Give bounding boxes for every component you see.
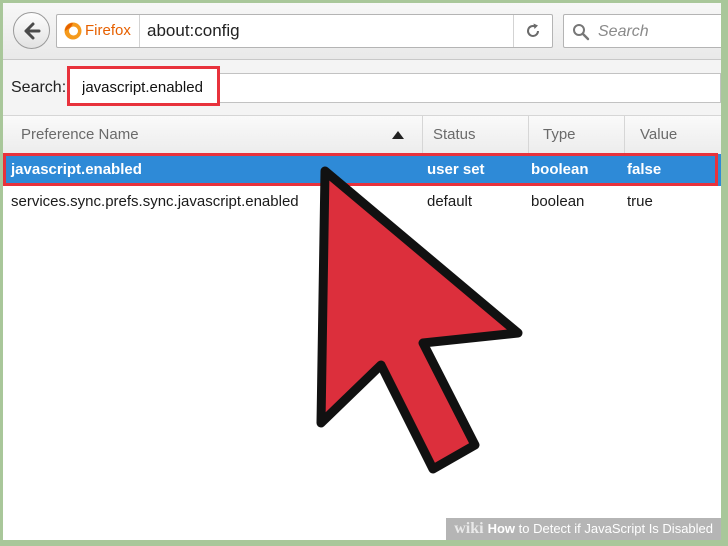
url-text[interactable]: about:config: [147, 21, 240, 41]
back-arrow-icon: [24, 22, 41, 40]
site-identity-button[interactable]: Firefox: [57, 15, 140, 47]
sort-ascending-icon: [392, 131, 404, 139]
firefox-logo-icon: [64, 22, 82, 40]
column-label: Type: [543, 126, 576, 143]
column-header-value[interactable]: Value: [625, 116, 721, 154]
search-bar[interactable]: Search: [563, 14, 721, 48]
filter-input[interactable]: [82, 77, 222, 97]
pref-type-cell: boolean: [531, 161, 589, 178]
back-button[interactable]: [13, 12, 50, 49]
pref-type-cell: boolean: [531, 193, 585, 210]
filter-highlight-box: [67, 66, 222, 106]
reload-icon: [527, 23, 539, 37]
config-filter-row: Search:: [3, 60, 721, 116]
column-label: Status: [433, 126, 476, 143]
pref-name-cell: services.sync.prefs.sync.javascript.enab…: [11, 193, 299, 210]
watermark-how: How: [487, 521, 516, 536]
column-label: Preference Name: [21, 126, 139, 143]
reload-button[interactable]: [513, 15, 552, 47]
watermark-title: to Detect if JavaScript Is Disabled: [518, 521, 713, 536]
pref-name-cell: javascript.enabled: [11, 161, 142, 178]
column-label: Value: [640, 126, 678, 143]
wikihow-watermark: wiki How to Detect if JavaScript Is Disab…: [446, 518, 721, 540]
search-icon: [573, 24, 590, 41]
table-header: Preference Name Status Type Value: [3, 116, 721, 155]
pointer-arrow-icon: [316, 166, 523, 474]
filter-label: Search:: [11, 79, 67, 96]
url-bar[interactable]: Firefox about:config: [56, 14, 553, 48]
search-placeholder: Search: [598, 23, 649, 40]
filter-field-extension[interactable]: [220, 73, 721, 103]
column-header-preference-name[interactable]: Preference Name: [11, 116, 423, 154]
wikihow-logo: wiki: [454, 520, 484, 537]
pref-value-cell: true: [627, 193, 653, 210]
column-header-status[interactable]: Status: [423, 116, 529, 154]
navigation-toolbar: Firefox about:config Search: [3, 3, 721, 60]
browser-window: Firefox about:config Search Search: java…: [3, 3, 721, 540]
pref-value-cell: false: [627, 161, 662, 178]
column-header-type[interactable]: Type: [529, 116, 625, 154]
firefox-brand-label: Firefox: [85, 22, 131, 39]
